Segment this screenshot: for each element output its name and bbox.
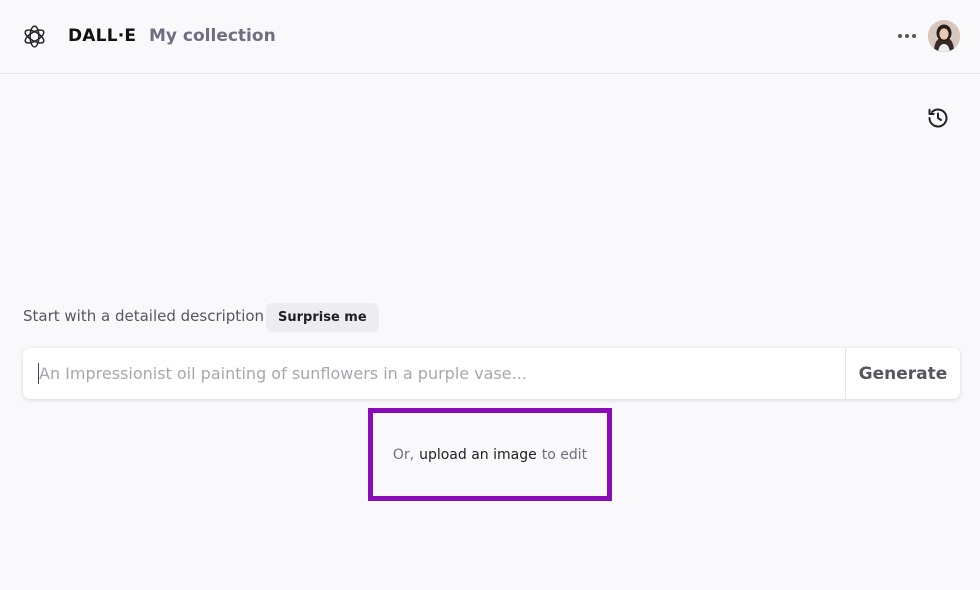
surprise-me-button[interactable]: Surprise me <box>266 303 379 332</box>
top-bar: DALL·E My collection <box>0 0 980 74</box>
openai-logo-icon[interactable] <box>22 24 47 49</box>
generate-button[interactable]: Generate <box>846 348 960 399</box>
user-avatar[interactable] <box>928 20 960 52</box>
nav-my-collection[interactable]: My collection <box>149 26 276 46</box>
brand-title[interactable]: DALL·E <box>68 26 136 46</box>
upload-prefix: Or, <box>392 446 415 463</box>
upload-highlight-box: Or, upload an image to edit <box>368 408 612 501</box>
prompt-bar: Generate <box>23 348 960 399</box>
upload-image-link[interactable]: upload an image <box>419 447 537 463</box>
text-caret <box>38 363 39 384</box>
prompt-label: Start with a detailed description <box>23 307 265 325</box>
history-icon[interactable] <box>926 106 950 130</box>
prompt-input[interactable] <box>23 348 845 399</box>
more-horizontal-icon[interactable] <box>895 24 919 48</box>
upload-suffix: to edit <box>541 446 588 463</box>
